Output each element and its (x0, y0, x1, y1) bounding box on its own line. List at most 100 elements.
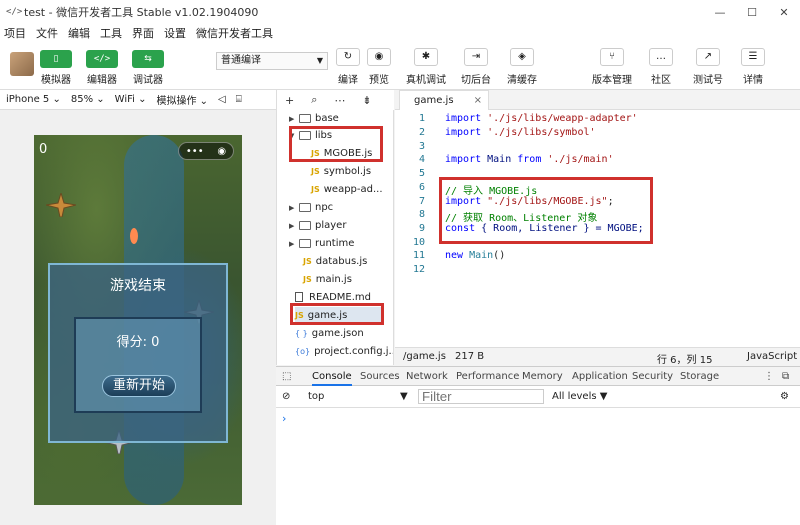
line-number: 2 (418, 127, 425, 138)
gear-icon[interactable]: ⚙ (780, 391, 789, 402)
tab-network[interactable]: Network (406, 367, 448, 386)
levels-select[interactable]: All levels ▼ (552, 391, 607, 402)
details-button[interactable]: ☰ 详情 (733, 48, 773, 86)
tab-sources[interactable]: Sources (360, 367, 400, 386)
json-file-icon: { } (295, 329, 308, 338)
preview-button[interactable]: ◉ 预览 (359, 48, 399, 86)
tree-item-project-config[interactable]: {o} project.config.j... (295, 343, 393, 361)
menu-interface[interactable]: 界面 (132, 25, 154, 41)
undock-icon[interactable]: ⧉ (782, 367, 789, 386)
target-icon[interactable]: ◉ (217, 146, 226, 157)
gameover-dialog: 游戏结束 得分: 0 重新开始 (48, 263, 228, 443)
line-number: 8 (418, 209, 425, 220)
context-select[interactable]: top (308, 391, 324, 402)
test-account-button[interactable]: ↗ 测试号 (688, 48, 728, 86)
code-line-4: import Main from './js/main' (445, 154, 614, 165)
more-icon[interactable]: ••• (186, 146, 204, 157)
inspect-icon[interactable]: ⬚ (282, 367, 291, 386)
clear-console-icon[interactable]: ⊘ (282, 391, 290, 402)
tab-performance[interactable]: Performance (456, 367, 519, 386)
simulator-toggle-icon[interactable]: ▯ (40, 50, 72, 68)
chevron-down-icon[interactable]: ▼ (400, 391, 408, 402)
tree-item-main[interactable]: JS main.js (303, 271, 352, 289)
gameover-title: 游戏结束 (110, 278, 166, 294)
compile-mode-select[interactable]: 普通编译 ▼ (216, 52, 328, 70)
background-button[interactable]: ⇥ 切后台 (456, 48, 496, 86)
code-editor[interactable]: 1 2 3 4 5 6 7 8 9 10 11 12 import './js/… (395, 110, 800, 347)
devtools-tabs: ⬚ Console Sources Network Performance Me… (276, 366, 800, 386)
tree-item-runtime[interactable]: ▶ runtime (289, 235, 354, 253)
filetree-toolbar: + ⌕ ⋯ ⇟ (276, 90, 394, 110)
console-prompt: › (282, 412, 287, 425)
community-button[interactable]: … 社区 (641, 48, 681, 86)
tab-application[interactable]: Application (572, 367, 628, 386)
tree-item-databus[interactable]: JS databus.js (303, 253, 367, 271)
kebab-menu-icon[interactable]: ⋮ (764, 367, 774, 386)
menu-edit[interactable]: 编辑 (68, 25, 90, 41)
menu-project[interactable]: 项目 (4, 25, 26, 41)
window-title: test - 微信开发者工具 Stable v1.02.1904090 (24, 6, 259, 19)
tab-game-js[interactable]: game.js × (399, 90, 489, 111)
app-icon: </> (6, 7, 23, 17)
console-output[interactable]: › (276, 408, 800, 525)
chevron-down-icon: ▼ (316, 56, 323, 65)
menu-settings[interactable]: 设置 (164, 25, 186, 41)
status-language: JavaScript (747, 351, 798, 362)
js-file-icon: JS (311, 167, 320, 176)
miniprogram-capsule[interactable]: ••• ◉ (178, 142, 234, 160)
tab-memory[interactable]: Memory (522, 367, 563, 386)
menu-wechat-devtools[interactable]: 微信开发者工具 (196, 25, 273, 41)
clear-cache-button[interactable]: ◈ 清缓存 (502, 48, 542, 86)
device-select[interactable]: iPhone 5 ⌄ (6, 94, 61, 105)
highlight-box-game-js (290, 303, 384, 325)
line-number: 6 (418, 182, 425, 193)
tree-item-weapp-adapter[interactable]: JS weapp-ad... (311, 181, 383, 199)
folder-icon (299, 113, 311, 123)
status-position: 行 6，列 15 (657, 355, 713, 366)
game-screen[interactable]: 0 ••• ◉ 游戏结束 得分: 0 重新开始 (34, 135, 242, 505)
editor-toggle-icon[interactable]: </> (86, 50, 118, 68)
tree-item-npc[interactable]: ▶ npc (289, 199, 333, 217)
folder-icon (299, 238, 311, 248)
tree-item-player[interactable]: ▶ player (289, 217, 346, 235)
bug-icon: ✱ (414, 48, 438, 66)
test-account-label: 测试号 (693, 75, 723, 86)
tree-item-symbol[interactable]: JS symbol.js (311, 163, 371, 181)
remote-debug-button[interactable]: ✱ 真机调试 (406, 48, 446, 86)
collapse-icon[interactable]: ⇟ (362, 94, 371, 107)
add-icon[interactable]: + (285, 94, 294, 107)
tree-item-game-json[interactable]: { } game.json (295, 325, 364, 343)
tab-security[interactable]: Security (632, 367, 673, 386)
line-number: 4 (418, 154, 425, 165)
gameover-inner: 得分: 0 重新开始 (74, 317, 202, 413)
search-icon[interactable]: ⌕ (311, 93, 317, 107)
more-icon[interactable]: ⋯ (334, 94, 345, 107)
filter-input[interactable] (418, 389, 544, 404)
tab-storage[interactable]: Storage (680, 367, 719, 386)
simulator-label: 模拟器 (41, 75, 71, 86)
tab-console[interactable]: Console (312, 367, 352, 386)
close-button[interactable]: ✕ (768, 0, 800, 24)
simulator-bar: iPhone 5 ⌄ 85% ⌄ WiFi ⌄ 模拟操作 ⌄ ◁ ⌸ (0, 90, 276, 110)
close-tab-icon[interactable]: × (474, 91, 482, 110)
network-select[interactable]: WiFi ⌄ (115, 94, 147, 105)
debugger-toggle-icon[interactable]: ⇆ (132, 50, 164, 68)
menu-tools[interactable]: 工具 (100, 25, 122, 41)
switch-background-icon: ⇥ (464, 48, 488, 66)
external-link-icon: ↗ (696, 48, 720, 66)
operation-select[interactable]: 模拟操作 ⌄ (156, 92, 208, 107)
minimize-button[interactable]: — (704, 0, 736, 24)
toolbar: ▯ 模拟器 </> 编辑器 ⇆ 调试器 普通编译 ▼ ↻ 编译 ◉ 预览 ✱ 真… (0, 42, 800, 90)
volume-icon[interactable]: ◁ (218, 94, 226, 105)
maximize-button[interactable]: ☐ (736, 0, 768, 24)
menu-file[interactable]: 文件 (36, 25, 58, 41)
menu-bar: 项目 文件 编辑 工具 界面 设置 微信开发者工具 (0, 24, 800, 42)
rotate-icon[interactable]: ⌸ (236, 94, 242, 105)
code-line-2: import './js/libs/symbol' (445, 127, 596, 138)
version-button[interactable]: ⑂ 版本管理 (592, 48, 632, 86)
restart-button[interactable]: 重新开始 (102, 375, 176, 397)
zoom-select[interactable]: 85% ⌄ (71, 94, 105, 105)
code-line-11: new Main() (445, 250, 506, 261)
js-file-icon: JS (303, 257, 312, 266)
layers-icon: ◈ (510, 48, 534, 66)
